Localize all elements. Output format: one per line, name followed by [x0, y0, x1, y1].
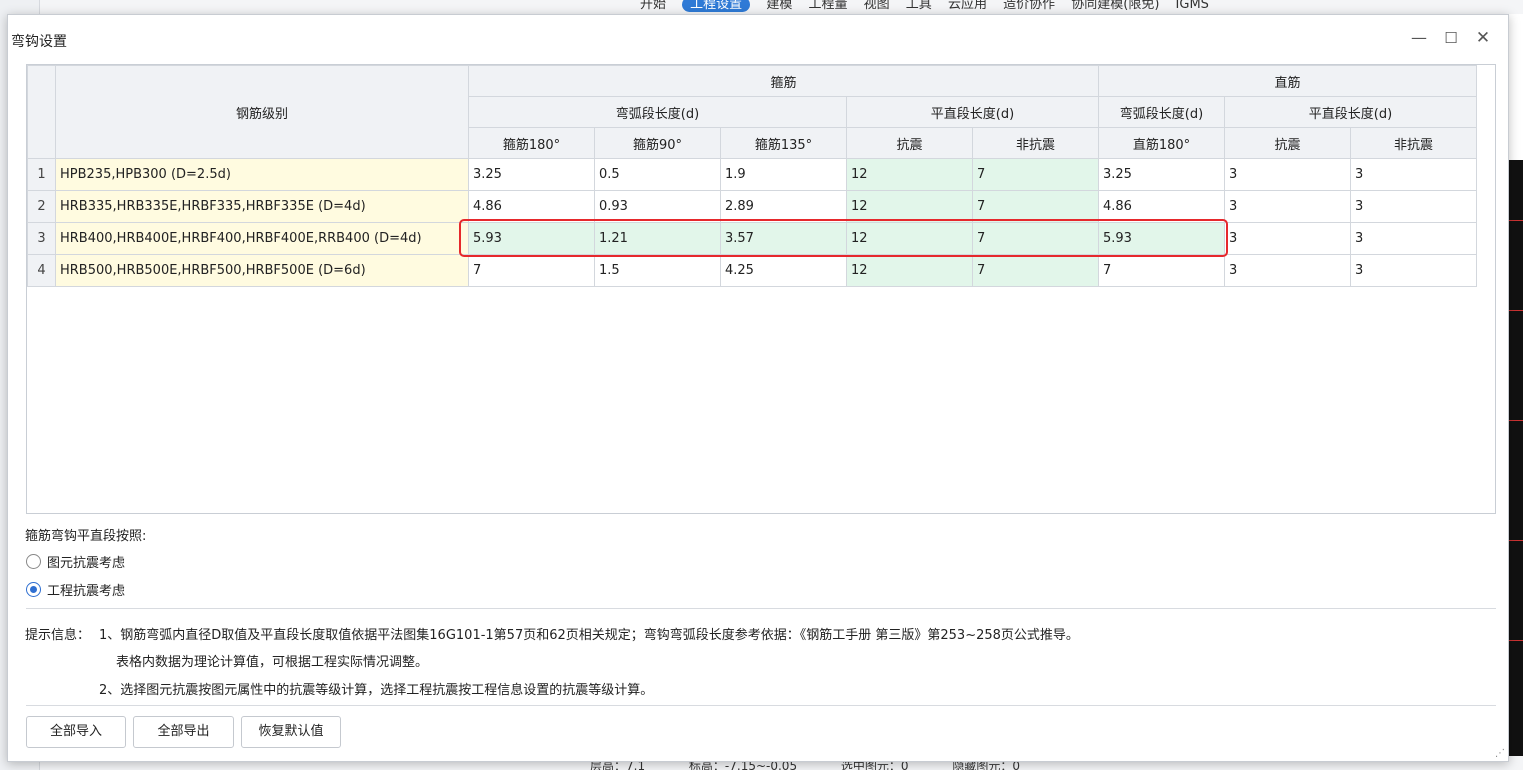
hint-line-2: 表格内数据为理论计算值，可根据工程实际情况调整。 — [116, 655, 429, 670]
hook-settings-table: 钢筋级别 箍筋 直筋 弯弧段长度(d) 平直段长度(d) 弯弧段长度(d) 平直… — [27, 65, 1477, 287]
grade-cell: HRB500,HRB500E,HRBF500,HRBF500E (D=6d) — [55, 254, 469, 287]
value-cell[interactable]: 12 — [846, 190, 973, 223]
restore-default-button[interactable]: 恢复默认值 — [241, 716, 341, 748]
column-header: 箍筋180° — [468, 127, 595, 159]
column-header: 非抗震 — [972, 127, 1099, 159]
value-cell[interactable]: 3.25 — [468, 158, 595, 191]
value-cell[interactable]: 3 — [1224, 190, 1351, 223]
close-icon[interactable]: ✕ — [1470, 25, 1496, 51]
maximize-icon[interactable]: ☐ — [1438, 25, 1464, 51]
value-cell[interactable]: 3.57 — [720, 222, 847, 255]
value-cell[interactable]: 7 — [972, 190, 1099, 223]
radio-element-seismic[interactable]: 图元抗震考虑 — [26, 552, 125, 571]
value-cell[interactable]: 2.89 — [720, 190, 847, 223]
minimize-icon[interactable]: — — [1406, 25, 1432, 51]
column-header: 抗震 — [846, 127, 973, 159]
value-cell[interactable]: 12 — [846, 222, 973, 255]
header-straight-length: 平直段长度(d) — [846, 96, 1099, 128]
value-cell[interactable]: 12 — [846, 158, 973, 191]
ribbon-tab[interactable]: 视图 — [864, 0, 890, 12]
background-drawing-canvas — [1508, 160, 1523, 760]
row-number: 3 — [27, 222, 56, 255]
grade-cell: HRB335,HRB335E,HRBF335,HRBF335E (D=4d) — [55, 190, 469, 223]
row-number: 4 — [27, 254, 56, 287]
table-row: 4 HRB500,HRB500E,HRBF500,HRBF500E (D=6d)… — [27, 254, 1477, 287]
radio-button-icon[interactable] — [26, 554, 41, 569]
ribbon-tab[interactable]: 工具 — [906, 0, 932, 12]
ribbon-tab[interactable]: 造价协作 — [1003, 0, 1055, 12]
value-cell[interactable]: 4.25 — [720, 254, 847, 287]
value-cell[interactable]: 5.93 — [468, 222, 595, 255]
value-cell[interactable]: 7 — [1098, 254, 1225, 287]
ribbon-tab[interactable]: 云应用 — [948, 0, 987, 12]
import-all-button[interactable]: 全部导入 — [26, 716, 126, 748]
hook-settings-dialog: 弯钩设置 — ☐ ✕ 钢筋级别 箍筋 直筋 弯弧段长度(d) 平直段长度(d) … — [7, 14, 1509, 762]
hint-label: 提示信息： — [25, 628, 91, 643]
value-cell[interactable]: 3 — [1224, 254, 1351, 287]
value-cell[interactable]: 0.5 — [594, 158, 721, 191]
value-cell[interactable]: 3.25 — [1098, 158, 1225, 191]
row-number: 2 — [27, 190, 56, 223]
value-cell[interactable]: 3 — [1350, 158, 1477, 191]
radio-label: 工程抗震考虑 — [47, 584, 126, 599]
ribbon-tab[interactable]: 工程量 — [808, 0, 847, 12]
ribbon-tab[interactable]: 协同建模(限免) — [1071, 0, 1159, 12]
hint-line-3: 2、选择图元抗震按图元属性中的抗震等级计算，选择工程抗震按工程信息设置的抗震等级… — [99, 683, 654, 698]
value-cell[interactable]: 3 — [1350, 190, 1477, 223]
hook-settings-grid: 钢筋级别 箍筋 直筋 弯弧段长度(d) 平直段长度(d) 弯弧段长度(d) 平直… — [26, 64, 1496, 514]
dialog-title-bar[interactable]: 弯钩设置 — ☐ ✕ — [8, 15, 1508, 63]
value-cell[interactable]: 5.93 — [1098, 222, 1225, 255]
radio-label: 图元抗震考虑 — [47, 556, 126, 571]
value-cell[interactable]: 7 — [972, 222, 1099, 255]
value-cell[interactable]: 3 — [1350, 222, 1477, 255]
value-cell[interactable]: 12 — [846, 254, 973, 287]
header-grade: 钢筋级别 — [55, 65, 469, 159]
ribbon-tab-active[interactable]: 工程设置 — [682, 0, 751, 12]
value-cell[interactable]: 7 — [972, 158, 1099, 191]
header-arc-length: 弯弧段长度(d) — [468, 96, 847, 128]
column-header: 箍筋90° — [594, 127, 721, 159]
grade-cell: HPB235,HPB300 (D=2.5d) — [55, 158, 469, 191]
column-header: 非抗震 — [1350, 127, 1477, 159]
divider — [26, 608, 1496, 609]
hint-line-1: 1、钢筋弯弧内直径D取值及平直段长度取值依据平法图集16G101-1第57页和6… — [99, 628, 1079, 643]
value-cell[interactable]: 4.86 — [1098, 190, 1225, 223]
radio-project-seismic[interactable]: 工程抗震考虑 — [26, 580, 125, 599]
resize-grip-icon[interactable]: ⋰ — [1495, 748, 1505, 759]
ribbon-tabs: 开始 工程设置 建模 工程量 视图 工具 云应用 造价协作 协同建模(限免) I… — [640, 0, 1221, 12]
row-number: 1 — [27, 158, 56, 191]
stirrup-option-title: 箍筋弯钩平直段按照: — [25, 529, 147, 544]
value-cell[interactable]: 7 — [972, 254, 1099, 287]
value-cell[interactable]: 1.9 — [720, 158, 847, 191]
table-row-selected: 3 HRB400,HRB400E,HRBF400,HRBF400E,RRB400… — [27, 222, 1477, 255]
ribbon-tab[interactable]: 建模 — [766, 0, 792, 12]
radio-button-checked-icon[interactable] — [26, 582, 41, 597]
header-arc-length-straight: 弯弧段长度(d) — [1098, 96, 1225, 128]
dialog-title: 弯钩设置 — [11, 34, 67, 50]
column-header: 箍筋135° — [720, 127, 847, 159]
value-cell[interactable]: 3 — [1224, 222, 1351, 255]
column-header: 直筋180° — [1098, 127, 1225, 159]
corner-header — [27, 65, 56, 159]
header-straight-length-straight: 平直段长度(d) — [1224, 96, 1477, 128]
column-header: 抗震 — [1224, 127, 1351, 159]
grade-cell: HRB400,HRB400E,HRBF400,HRBF400E,RRB400 (… — [55, 222, 469, 255]
value-cell[interactable]: 0.93 — [594, 190, 721, 223]
background-ribbon: 开始 工程设置 建模 工程量 视图 工具 云应用 造价协作 协同建模(限免) I… — [40, 0, 1523, 14]
table-row: 1 HPB235,HPB300 (D=2.5d) 3.25 0.5 1.9 12… — [27, 158, 1477, 191]
export-all-button[interactable]: 全部导出 — [133, 716, 234, 748]
value-cell[interactable]: 1.21 — [594, 222, 721, 255]
header-group-straight: 直筋 — [1098, 65, 1477, 97]
value-cell[interactable]: 3 — [1350, 254, 1477, 287]
ribbon-tab[interactable]: 开始 — [640, 0, 666, 12]
value-cell[interactable]: 1.5 — [594, 254, 721, 287]
header-group-stirrup: 箍筋 — [468, 65, 1099, 97]
table-row: 2 HRB335,HRB335E,HRBF335,HRBF335E (D=4d)… — [27, 190, 1477, 223]
value-cell[interactable]: 4.86 — [468, 190, 595, 223]
value-cell[interactable]: 3 — [1224, 158, 1351, 191]
divider — [26, 705, 1496, 706]
ribbon-tab[interactable]: IGMS — [1176, 0, 1209, 12]
value-cell[interactable]: 7 — [468, 254, 595, 287]
